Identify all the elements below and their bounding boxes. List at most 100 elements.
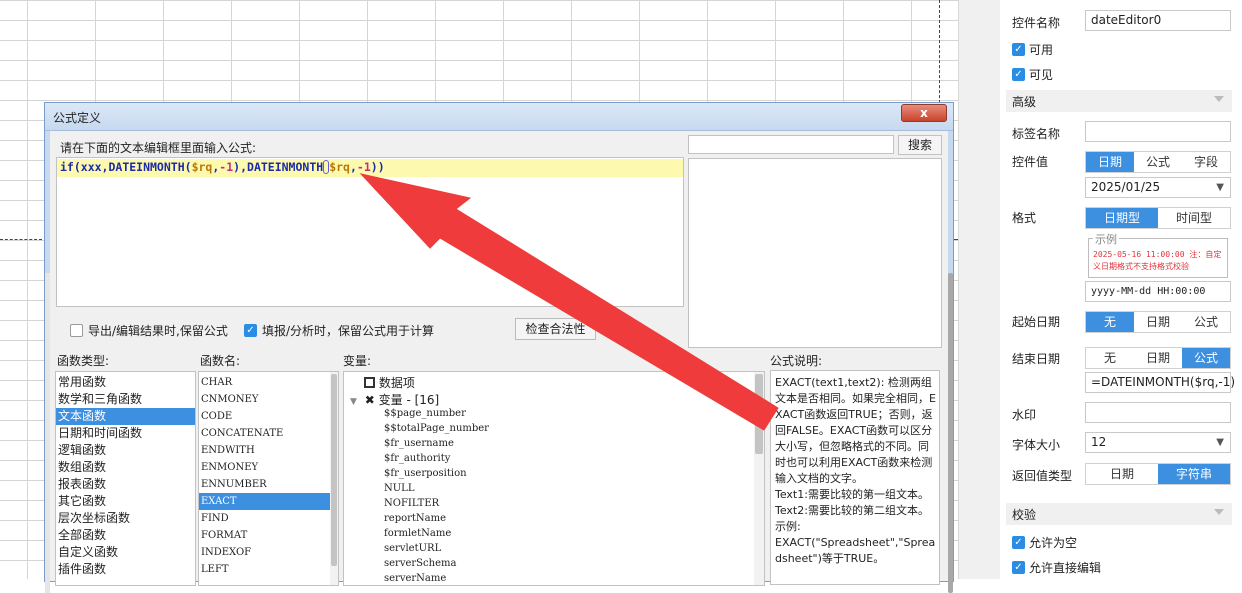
watermark-input[interactable] bbox=[1085, 402, 1231, 423]
function-type-item[interactable]: 常用函数 bbox=[56, 374, 195, 391]
close-button[interactable]: x bbox=[901, 104, 947, 122]
control-name-input[interactable]: dateEditor0 bbox=[1085, 10, 1231, 31]
keep-formula-fill-option[interactable]: ✓ 填报/分析时，保留公式用于计算 bbox=[244, 322, 434, 339]
function-type-item[interactable]: 文本函数 bbox=[56, 408, 195, 425]
function-name-item[interactable]: INDEXOF bbox=[199, 544, 338, 561]
advanced-section-header[interactable]: 高级 bbox=[1006, 90, 1232, 112]
formula-token: DATEINMONTH( bbox=[108, 160, 192, 174]
tab-end-formula[interactable]: 公式 bbox=[1182, 348, 1230, 368]
allow-direct-edit-checkbox[interactable]: ✓ 允许直接编辑 bbox=[1012, 559, 1101, 576]
tree-node-dataset[interactable]: 数据项 bbox=[350, 374, 415, 391]
tree-node-variables[interactable]: ▼ ✖ 变量 - [16] bbox=[350, 391, 439, 408]
font-size-select[interactable]: 12 ▼ bbox=[1085, 432, 1231, 453]
formula-token: -1 bbox=[219, 160, 234, 174]
tab-return-date[interactable]: 日期 bbox=[1086, 464, 1158, 484]
variable-tree[interactable]: 数据项 ▼ ✖ 变量 - [16] $$page_number $$totalPa… bbox=[343, 371, 765, 586]
scrollbar-thumb[interactable] bbox=[948, 273, 953, 593]
function-name-item[interactable]: ENDWITH bbox=[199, 442, 338, 459]
function-name-item[interactable]: ENNUMBER bbox=[199, 476, 338, 493]
variable-item[interactable]: reportName bbox=[384, 513, 446, 524]
variable-node-label: 变量 - [16] bbox=[378, 393, 440, 407]
variable-item[interactable]: $$page_number bbox=[384, 408, 466, 419]
function-name-item[interactable]: ENMONEY bbox=[199, 459, 338, 476]
scrollbar[interactable] bbox=[754, 372, 764, 585]
allow-empty-checkbox[interactable]: ✓ 允许为空 bbox=[1012, 534, 1077, 551]
tab-time-type[interactable]: 时间型 bbox=[1158, 208, 1230, 228]
variable-item[interactable]: $fr_userposition bbox=[384, 468, 467, 479]
formula-editor[interactable]: if(xxx,DATEINMONTH($rq,-1),DATEINMONTH $r… bbox=[56, 157, 684, 307]
function-type-item[interactable]: 报表函数 bbox=[56, 476, 195, 493]
return-type-label: 返回值类型 bbox=[1012, 469, 1073, 483]
function-type-list[interactable]: 常用函数 数学和三角函数 文本函数 日期和时间函数 逻辑函数 数组函数 报表函数 其它函数 层次… bbox=[55, 371, 196, 586]
scrollbar-thumb[interactable] bbox=[331, 374, 337, 566]
control-value-date-select[interactable]: 2025/01/25 ▼ bbox=[1085, 177, 1231, 198]
dialog-title: 公式定义 bbox=[53, 111, 102, 125]
tag-name-input[interactable] bbox=[1085, 121, 1231, 142]
end-date-label: 结束日期 bbox=[1012, 352, 1061, 366]
tab-end-date[interactable]: 日期 bbox=[1134, 348, 1182, 368]
tab-date[interactable]: 日期 bbox=[1086, 152, 1134, 172]
tab-start-date[interactable]: 日期 bbox=[1134, 312, 1182, 332]
scrollbar[interactable] bbox=[330, 372, 338, 585]
sample-legend: 示例 bbox=[1093, 231, 1119, 247]
dialog-titlebar[interactable]: 公式定义 x bbox=[45, 103, 953, 131]
tab-start-none[interactable]: 无 bbox=[1086, 312, 1134, 332]
variable-item[interactable]: servletURL bbox=[384, 543, 441, 554]
keep-formula-export-option[interactable]: 导出/编辑结果时,保留公式 bbox=[70, 322, 228, 339]
function-name-item[interactable]: CHAR bbox=[199, 374, 338, 391]
tab-field[interactable]: 字段 bbox=[1182, 152, 1230, 172]
function-name-item[interactable]: LEFT bbox=[199, 561, 338, 578]
variable-item[interactable]: serverSchema bbox=[384, 558, 456, 569]
tab-return-string[interactable]: 字符串 bbox=[1158, 464, 1230, 484]
control-value-label: 控件值 bbox=[1012, 155, 1049, 169]
formula-token: , bbox=[240, 160, 248, 174]
variable-item[interactable]: NULL bbox=[384, 483, 414, 494]
function-name-item[interactable]: CONCATENATE bbox=[199, 425, 338, 442]
scrollbar[interactable] bbox=[45, 273, 50, 593]
function-name-list[interactable]: CHAR CNMONEY CODE CONCATENATE ENDWITH ENMONEY… bbox=[198, 371, 339, 586]
formula-description-box: EXACT(text1,text2): 检测两组文本是否相同。如果完全相同，EX… bbox=[770, 370, 940, 585]
tab-start-formula[interactable]: 公式 bbox=[1182, 312, 1230, 332]
function-type-item[interactable]: 层次坐标函数 bbox=[56, 510, 195, 527]
variable-item[interactable]: $fr_authority bbox=[384, 453, 450, 464]
format-pattern-input[interactable]: yyyy-MM-dd HH:00:00 bbox=[1085, 281, 1231, 302]
function-type-item[interactable]: 逻辑函数 bbox=[56, 442, 195, 459]
variable-item[interactable]: $$totalPage_number bbox=[384, 423, 489, 434]
visible-checkbox[interactable]: ✓ 可见 bbox=[1012, 66, 1053, 83]
function-name-item[interactable]: FIND bbox=[199, 510, 338, 527]
control-name-label: 控件名称 bbox=[1012, 16, 1061, 30]
function-search-input[interactable] bbox=[688, 135, 894, 154]
keep-formula-export-label: 导出/编辑结果时,保留公式 bbox=[88, 324, 228, 338]
validation-section-header[interactable]: 校验 bbox=[1006, 503, 1232, 525]
variable-item[interactable]: NOFILTER bbox=[384, 498, 439, 509]
function-type-item[interactable]: 全部函数 bbox=[56, 527, 195, 544]
tab-end-none[interactable]: 无 bbox=[1086, 348, 1134, 368]
scrollbar-thumb[interactable] bbox=[755, 374, 763, 454]
function-type-item[interactable]: 插件函数 bbox=[56, 561, 195, 578]
tab-date-type[interactable]: 日期型 bbox=[1086, 208, 1158, 228]
dataset-node-label: 数据项 bbox=[378, 376, 415, 390]
function-type-item[interactable]: 其它函数 bbox=[56, 493, 195, 510]
panel-gutter bbox=[958, 0, 1000, 579]
check-validity-button[interactable]: 检查合法性 bbox=[515, 318, 596, 340]
tab-formula[interactable]: 公式 bbox=[1134, 152, 1182, 172]
formula-token: , bbox=[349, 160, 357, 174]
function-type-item[interactable]: 日期和时间函数 bbox=[56, 425, 195, 442]
enabled-label: 可用 bbox=[1029, 43, 1054, 57]
function-type-item[interactable]: 数组函数 bbox=[56, 459, 195, 476]
search-button[interactable]: 搜索 bbox=[898, 135, 942, 155]
function-type-item[interactable]: 自定义函数 bbox=[56, 544, 195, 561]
end-date-formula-input[interactable]: =DATEINMONTH($rq,-1) bbox=[1085, 372, 1235, 393]
variable-item[interactable]: $fr_username bbox=[384, 438, 454, 449]
function-name-item[interactable]: EXACT bbox=[199, 493, 338, 510]
chevron-down-icon: ▼ bbox=[1216, 437, 1224, 448]
search-results-box[interactable] bbox=[688, 158, 942, 348]
font-size-value: 12 bbox=[1091, 435, 1107, 449]
enabled-checkbox[interactable]: ✓ 可用 bbox=[1012, 41, 1053, 58]
checkmark-icon: ✓ bbox=[1012, 68, 1025, 81]
function-name-item[interactable]: CNMONEY bbox=[199, 391, 338, 408]
variable-item[interactable]: formletName bbox=[384, 528, 451, 539]
function-type-item[interactable]: 数学和三角函数 bbox=[56, 391, 195, 408]
function-name-item[interactable]: CODE bbox=[199, 408, 338, 425]
function-name-item[interactable]: FORMAT bbox=[199, 527, 338, 544]
